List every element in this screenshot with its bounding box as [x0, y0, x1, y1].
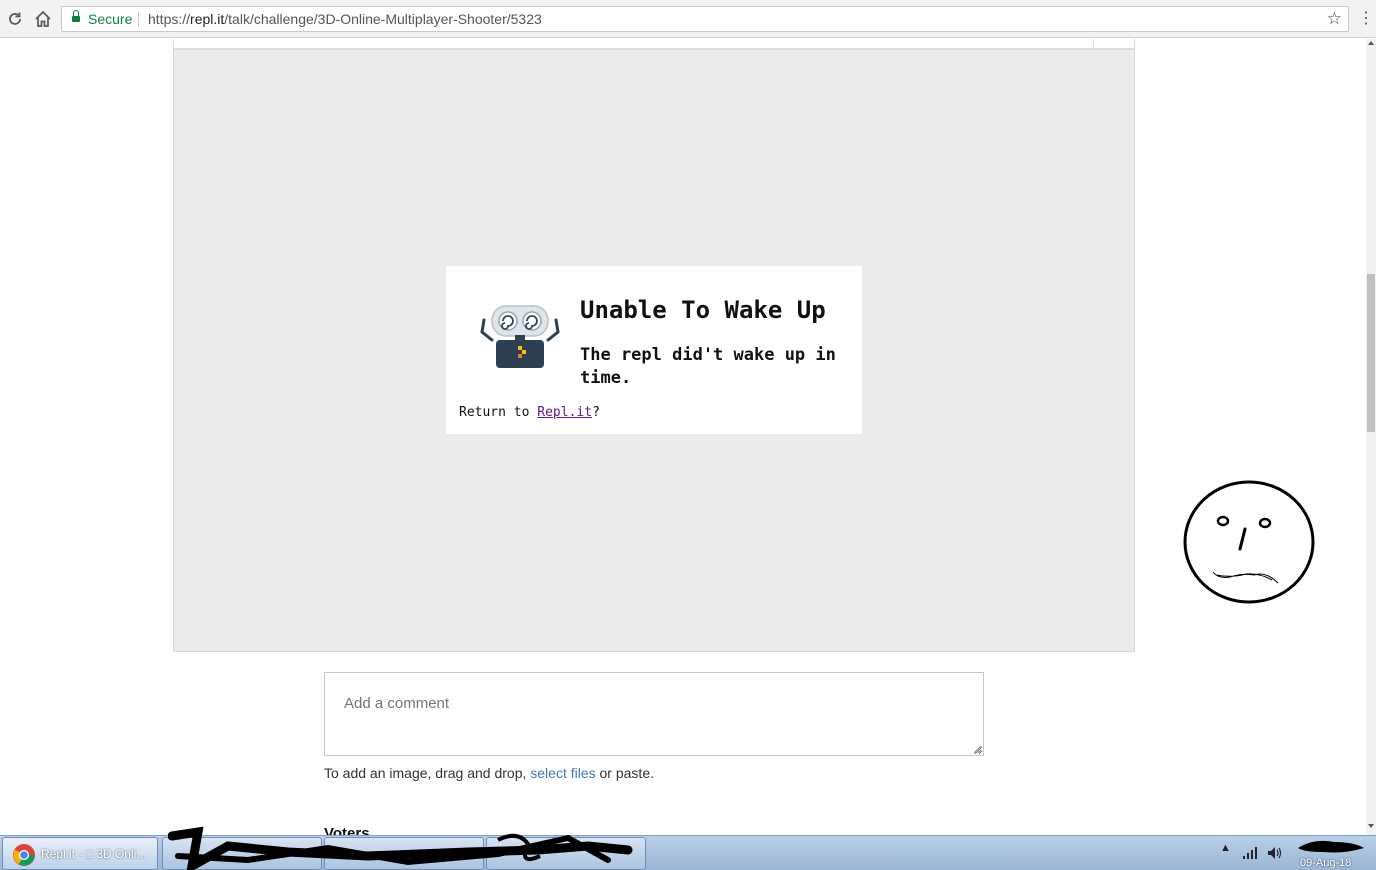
scroll-down-arrow-icon[interactable] [1368, 824, 1374, 828]
post-card-bottom-edge [173, 39, 1135, 49]
taskbar-chrome-label: Repl.it - □ 3D Onli... [41, 847, 147, 861]
omnibox-separator [138, 12, 139, 27]
return-suffix: ? [592, 405, 600, 420]
return-prefix: Return to [459, 405, 538, 420]
address-bar[interactable]: Secure https://repl.it/talk/challenge/3D… [61, 6, 1349, 32]
comment-input[interactable] [324, 672, 984, 756]
browser-toolbar: Secure https://repl.it/talk/challenge/3D… [0, 0, 1376, 38]
wake-error-card: Unable To Wake Up The repl did't wake up… [446, 266, 862, 434]
sad-face-drawing-icon [1183, 480, 1315, 604]
page-content: Unable To Wake Up The repl did't wake up… [0, 39, 1366, 835]
chrome-icon [13, 844, 35, 866]
repl-embed-frame[interactable]: Unable To Wake Up The repl did't wake up… [173, 49, 1135, 652]
select-files-link[interactable]: select files [530, 765, 595, 781]
redaction-scribble [168, 826, 633, 870]
repl-it-link[interactable]: Repl.it [537, 405, 592, 420]
return-line: Return to Repl.it? [459, 405, 600, 420]
taskbar-date: 09-Aug-18 [1300, 857, 1352, 869]
volume-icon[interactable] [1266, 845, 1282, 861]
scroll-up-arrow-icon[interactable] [1368, 41, 1374, 45]
scroll-thumb[interactable] [1367, 274, 1375, 432]
url-path: /talk/challenge/3D-Online-Multiplayer-Sh… [224, 11, 542, 27]
menu-icon[interactable]: ⋮ [1358, 8, 1374, 30]
image-upload-hint: To add an image, drag and drop, select f… [324, 765, 654, 781]
wake-error-title: Unable To Wake Up [580, 296, 826, 324]
network-icon[interactable] [1242, 846, 1258, 860]
wake-error-message: The repl did't wake up in time. [580, 345, 836, 388]
url-text[interactable]: https://repl.it/talk/challenge/3D-Online… [148, 11, 542, 27]
url-scheme: https:// [148, 11, 191, 27]
reload-icon[interactable] [4, 8, 26, 30]
url-host: repl.it [190, 11, 225, 27]
secure-label: Secure [88, 11, 133, 27]
lock-icon [72, 10, 80, 23]
home-icon[interactable] [32, 8, 54, 30]
drop-hint-prefix: To add an image, drag and drop, [324, 765, 531, 781]
clock-redaction-scribble [1298, 840, 1364, 853]
page-scrollbar[interactable] [1366, 39, 1376, 835]
robot-icon [480, 305, 560, 368]
resize-grip-icon[interactable] [972, 744, 982, 754]
drop-hint-suffix: or paste. [595, 765, 655, 781]
show-hidden-icons-icon[interactable]: ▲ [1220, 842, 1231, 854]
taskbar-chrome-window[interactable]: Repl.it - □ 3D Onli... [2, 837, 158, 870]
bookmark-star-icon[interactable]: ☆ [1327, 9, 1342, 29]
